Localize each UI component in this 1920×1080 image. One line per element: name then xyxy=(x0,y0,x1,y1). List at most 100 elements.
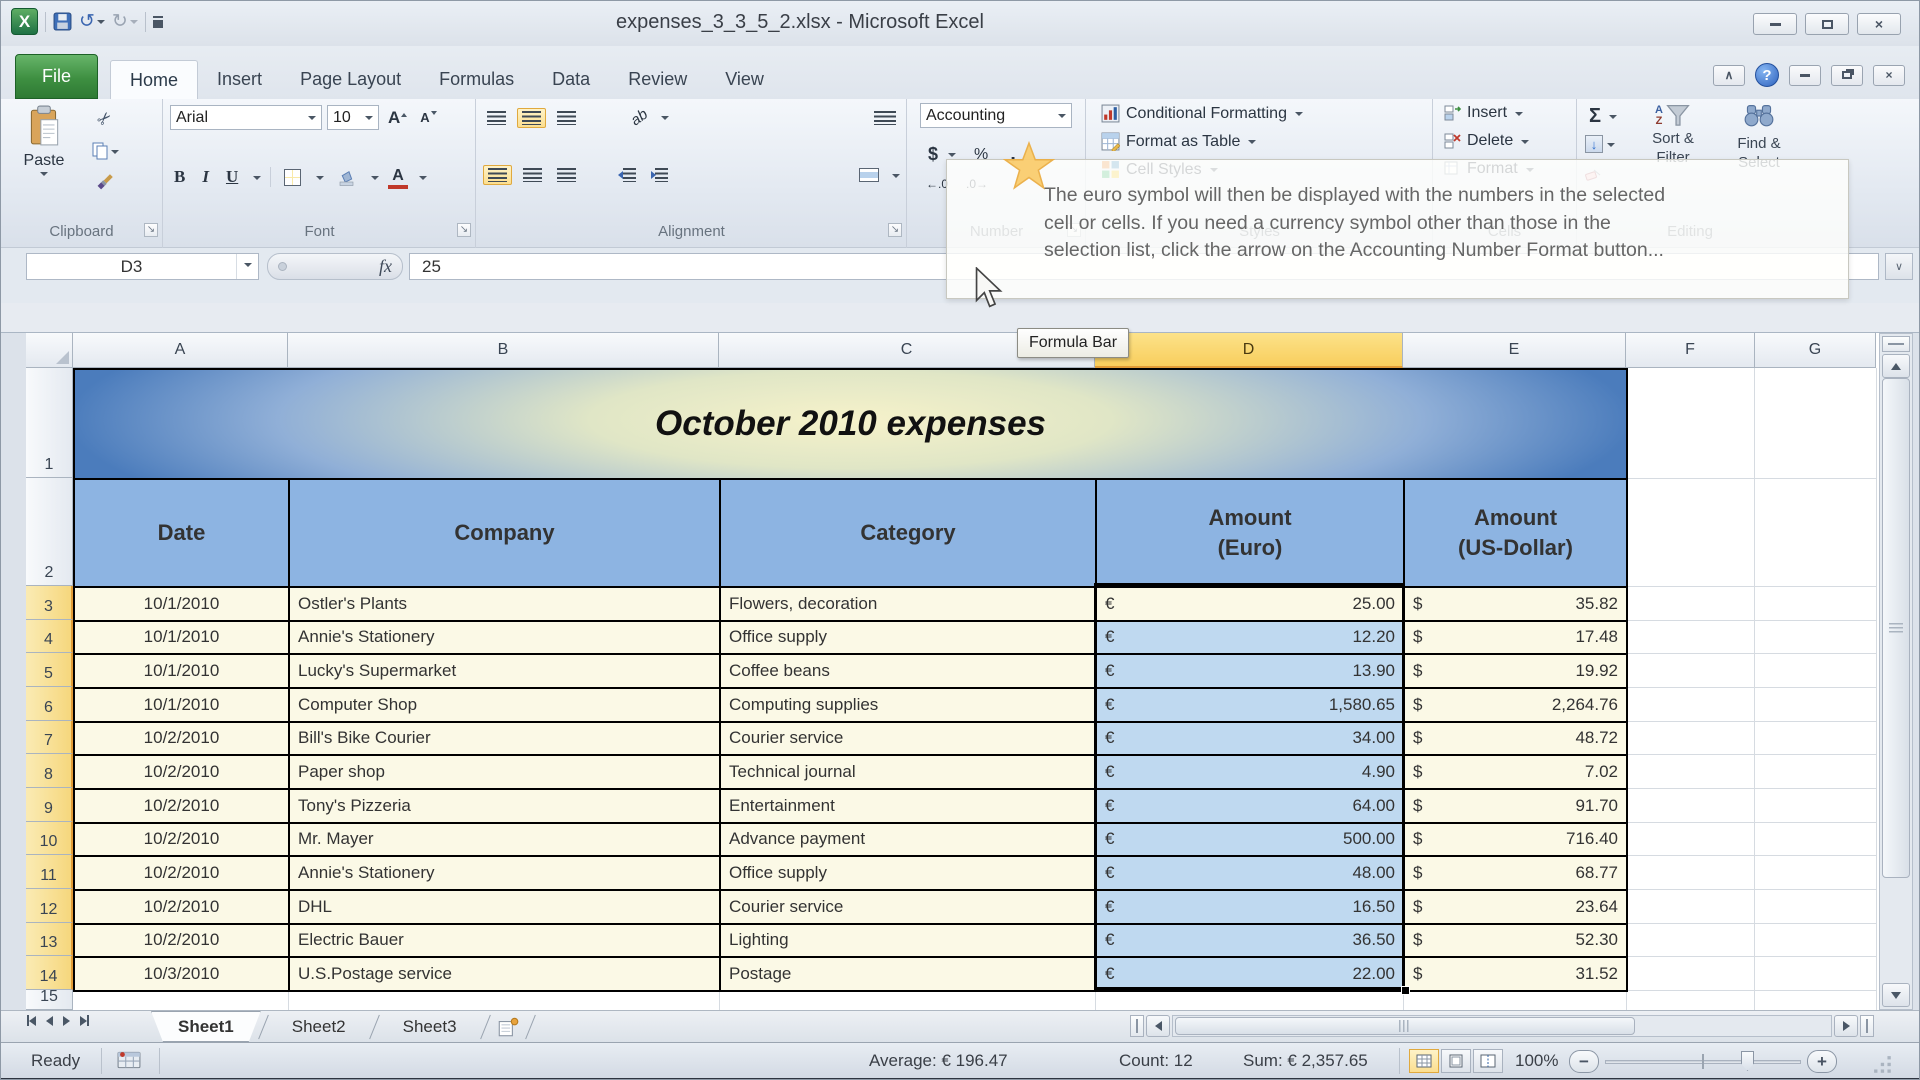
bottom-align-button[interactable] xyxy=(553,109,580,127)
normal-view-button[interactable] xyxy=(1409,1049,1439,1073)
top-align-button[interactable] xyxy=(483,109,510,127)
sheet-title-cell[interactable]: October 2010 expenses xyxy=(75,370,1628,480)
insert-cells-button[interactable]: Insert xyxy=(1467,104,1507,122)
vertical-scrollbar[interactable] xyxy=(1879,333,1913,1010)
sheet-tab-sheet1[interactable]: Sheet1 xyxy=(151,1011,261,1042)
column-header-E[interactable]: E xyxy=(1403,333,1626,368)
cell-amount-usd[interactable]: $31.52 xyxy=(1405,958,1628,992)
cell-date[interactable]: 10/1/2010 xyxy=(75,588,290,622)
horizontal-scroll-thumb[interactable] xyxy=(1175,1017,1635,1035)
cell-date[interactable]: 10/1/2010 xyxy=(75,655,290,689)
cell-date[interactable]: 10/3/2010 xyxy=(75,958,290,992)
insert-worksheet-button[interactable] xyxy=(488,1011,528,1042)
cell-amount-euro[interactable]: €500.00 xyxy=(1097,823,1405,858)
cell-company[interactable]: DHL xyxy=(290,890,721,925)
cell-amount-usd[interactable]: $7.02 xyxy=(1405,756,1628,790)
row-header-12[interactable]: 12 xyxy=(26,889,73,923)
maximize-button[interactable] xyxy=(1805,13,1849,35)
cell-amount-euro[interactable]: €12.20 xyxy=(1097,621,1405,656)
last-sheet-button[interactable] xyxy=(80,1015,89,1026)
delete-cells-button[interactable]: Delete xyxy=(1467,132,1513,150)
decrease-indent-button[interactable] xyxy=(615,166,640,184)
cell-category[interactable]: Postage xyxy=(721,958,1097,992)
minimize-button[interactable] xyxy=(1753,13,1797,35)
cell-amount-usd[interactable]: $23.64 xyxy=(1405,890,1628,925)
row-header-13[interactable]: 13 xyxy=(26,922,73,957)
collapse-ribbon-button[interactable]: ∧ xyxy=(1713,64,1745,86)
tab-home[interactable]: Home xyxy=(110,60,199,99)
shrink-font-button[interactable]: A xyxy=(416,108,440,127)
tab-page-layout[interactable]: Page Layout xyxy=(281,60,420,99)
horizontal-split-handle[interactable] xyxy=(1130,1015,1144,1037)
sheet-tab-sheet3[interactable]: Sheet3 xyxy=(377,1011,483,1042)
row-header-11[interactable]: 11 xyxy=(26,855,73,890)
horizontal-split-handle-right[interactable] xyxy=(1860,1015,1874,1037)
workbook-minimize-button[interactable] xyxy=(1789,64,1821,86)
font-color-button[interactable]: A xyxy=(388,166,408,189)
cell-company[interactable]: Paper shop xyxy=(290,756,721,790)
cell-company[interactable]: U.S.Postage service xyxy=(290,958,721,992)
autosum-button[interactable]: Σ xyxy=(1585,103,1605,130)
font-family-select[interactable]: Arial xyxy=(170,105,322,130)
cell-date[interactable]: 10/2/2010 xyxy=(75,756,290,790)
row-header-6[interactable]: 6 xyxy=(26,687,73,721)
macro-record-button[interactable] xyxy=(117,1050,141,1075)
insert-function-button[interactable]: fx xyxy=(379,256,392,277)
row-header-1[interactable]: 1 xyxy=(26,368,73,478)
cell-category[interactable]: Coffee beans xyxy=(721,655,1097,689)
cell-company[interactable]: Annie's Stationery xyxy=(290,621,721,656)
row-header-3[interactable]: 3 xyxy=(26,586,73,620)
insert-function-area[interactable]: fx xyxy=(267,253,403,280)
scroll-left-button[interactable] xyxy=(1146,1015,1170,1037)
column-header-B[interactable]: B xyxy=(288,333,719,368)
cell-date[interactable]: 10/1/2010 xyxy=(75,688,290,723)
cell-amount-euro[interactable]: €13.90 xyxy=(1097,655,1405,689)
row-header-2[interactable]: 2 xyxy=(26,478,73,586)
tab-data[interactable]: Data xyxy=(533,60,609,99)
cell-company[interactable]: Annie's Stationery xyxy=(290,857,721,891)
name-box[interactable]: D3 xyxy=(26,253,259,280)
column-header-A[interactable]: A xyxy=(73,333,288,368)
row-header-15[interactable]: 15 xyxy=(26,988,73,1010)
row-header-9[interactable]: 9 xyxy=(26,788,73,822)
clipboard-dialog-launcher[interactable]: ↘ xyxy=(144,223,158,237)
help-button[interactable]: ? xyxy=(1755,63,1779,87)
table-header-cell[interactable]: Date xyxy=(75,480,290,588)
cell-company[interactable]: Tony's Pizzeria xyxy=(290,789,721,824)
sheet-tab-sheet2[interactable]: Sheet2 xyxy=(266,1011,372,1042)
table-header-cell[interactable]: Amount (Euro) xyxy=(1097,480,1405,588)
sort-filter-button[interactable]: AZ Sort & Filter xyxy=(1633,103,1713,167)
row-header-8[interactable]: 8 xyxy=(26,754,73,788)
zoom-in-button[interactable]: + xyxy=(1807,1050,1837,1073)
table-header-cell[interactable]: Amount (US-Dollar) xyxy=(1405,480,1628,588)
next-sheet-button[interactable] xyxy=(63,1015,70,1026)
zoom-slider-thumb[interactable] xyxy=(1741,1051,1754,1071)
font-dialog-launcher[interactable]: ↘ xyxy=(457,223,471,237)
accounting-format-button[interactable]: $ xyxy=(924,142,942,167)
previous-sheet-button[interactable] xyxy=(46,1015,53,1026)
cell-amount-euro[interactable]: €22.00 xyxy=(1097,958,1405,992)
page-layout-view-button[interactable] xyxy=(1441,1049,1471,1073)
first-sheet-button[interactable] xyxy=(27,1015,36,1026)
cell-category[interactable]: Computing supplies xyxy=(721,688,1097,723)
cell-category[interactable]: Office supply xyxy=(721,857,1097,891)
grow-font-button[interactable]: A xyxy=(384,106,411,130)
cell-category[interactable]: Advance payment xyxy=(721,823,1097,858)
tab-view[interactable]: View xyxy=(706,60,783,99)
cell-category[interactable]: Courier service xyxy=(721,890,1097,925)
cell-date[interactable]: 10/2/2010 xyxy=(75,924,290,959)
workbook-close-button[interactable]: × xyxy=(1873,64,1905,86)
bold-button[interactable]: B xyxy=(170,165,189,189)
column-header-G[interactable]: G xyxy=(1755,333,1876,368)
table-header-cell[interactable]: Category xyxy=(721,480,1097,588)
number-format-select[interactable]: Accounting xyxy=(920,103,1072,128)
vertical-scroll-thumb[interactable] xyxy=(1882,378,1910,878)
column-header-D[interactable]: D xyxy=(1095,333,1403,368)
format-as-table-button[interactable]: Format as Table xyxy=(1126,133,1240,151)
cell-company[interactable]: Electric Bauer xyxy=(290,924,721,959)
copy-button[interactable] xyxy=(87,140,123,162)
underline-button[interactable]: U xyxy=(222,165,242,189)
align-right-button[interactable] xyxy=(553,166,580,184)
align-left-button[interactable] xyxy=(483,165,512,185)
wrap-text-button[interactable] xyxy=(870,109,900,127)
